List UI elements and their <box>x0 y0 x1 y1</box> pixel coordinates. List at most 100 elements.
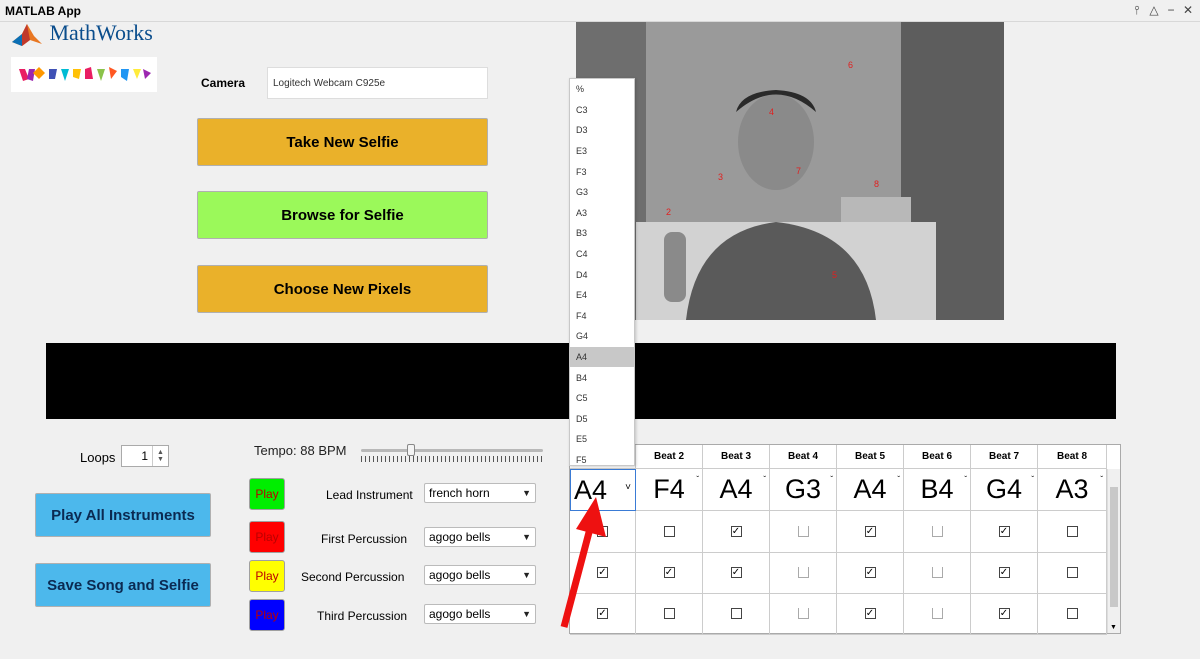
beat-cell[interactable]: ✓ <box>971 511 1038 553</box>
beat-cell[interactable]: ✓ <box>703 511 770 553</box>
beat-checkbox[interactable] <box>797 608 809 619</box>
beat-checkbox[interactable] <box>931 608 943 619</box>
beat-cell[interactable] <box>1038 552 1107 594</box>
beat-cell[interactable] <box>1038 593 1107 635</box>
beat-checkbox[interactable]: ✓ <box>730 567 742 578</box>
note-dropdown-menu[interactable]: % C3 D3 E3 F3 G3 A3 B3 C4 D4 E4 F4 G4 A4 B4 C5 D5 E5 F5 <box>569 78 635 466</box>
beat-cell[interactable] <box>636 593 703 635</box>
beat-cell[interactable]: ✓ <box>837 511 904 553</box>
beat-cell[interactable] <box>703 593 770 635</box>
play-first-percussion-button[interactable]: Play <box>249 521 285 553</box>
play-all-instruments-button[interactable]: Play All Instruments <box>35 493 211 537</box>
play-third-percussion-button[interactable]: Play <box>249 599 285 631</box>
beat-note-cell[interactable]: A4 ˇ <box>837 469 904 511</box>
minimize-icon[interactable]: − <box>1164 3 1178 17</box>
beat-cell[interactable] <box>770 593 837 635</box>
caret-icon[interactable]: ˇ <box>830 475 833 484</box>
note-menu-item[interactable]: D3 <box>570 120 634 141</box>
note-menu-item[interactable]: G4 <box>570 326 634 347</box>
beat-checkbox[interactable]: ✓ <box>663 567 675 578</box>
beat-cell[interactable]: ✓ <box>837 552 904 594</box>
note-menu-item[interactable]: A3 <box>570 203 634 224</box>
note-menu-item[interactable]: F4 <box>570 306 634 327</box>
beat-cell[interactable]: ✓ <box>636 552 703 594</box>
close-icon[interactable]: ✕ <box>1181 3 1195 17</box>
note-menu-item[interactable]: G3 <box>570 182 634 203</box>
beat-checkbox[interactable] <box>730 608 742 619</box>
note-menu-item[interactable]: D5 <box>570 409 634 430</box>
beat-note-cell[interactable]: A4 ˇ <box>703 469 770 511</box>
play-lead-button[interactable]: Play <box>249 478 285 510</box>
play-second-percussion-button[interactable]: Play <box>249 560 285 592</box>
take-new-selfie-button[interactable]: Take New Selfie <box>197 118 488 166</box>
beat-table[interactable]: Beat 2 Beat 3 Beat 4 Beat 5 Beat 6 Beat 7 Beat… <box>569 444 1121 635</box>
note-menu-item[interactable]: B3 <box>570 223 634 244</box>
note-menu-item[interactable]: A4 <box>570 346 634 368</box>
beat-cell[interactable] <box>770 552 837 594</box>
caret-icon[interactable]: ˇ <box>964 475 967 484</box>
beat-cell[interactable]: ✓ <box>971 552 1038 594</box>
beat-cell[interactable] <box>636 511 703 553</box>
beat-cell[interactable] <box>904 511 971 553</box>
scrollbar-thumb[interactable] <box>1110 487 1118 607</box>
beat-cell[interactable] <box>904 552 971 594</box>
beat-cell[interactable]: ✓ <box>703 552 770 594</box>
tempo-slider[interactable] <box>361 444 543 465</box>
beat-checkbox[interactable] <box>797 526 809 537</box>
beat-checkbox[interactable]: ✓ <box>998 567 1010 578</box>
second-percussion-dropdown[interactable]: agogo bells ▼ <box>424 565 536 585</box>
note-menu-item[interactable]: D4 <box>570 264 634 285</box>
third-percussion-dropdown[interactable]: agogo bells ▼ <box>424 604 536 624</box>
beat-checkbox[interactable] <box>1066 526 1078 537</box>
beat-cell[interactable] <box>904 593 971 635</box>
beat-note-cell[interactable]: A3 ˇ <box>1038 469 1107 511</box>
beat-checkbox[interactable] <box>931 567 943 578</box>
beat-checkbox[interactable] <box>663 608 675 619</box>
caret-icon[interactable]: ˇ <box>1031 475 1034 484</box>
beat-checkbox[interactable]: ✓ <box>864 526 876 537</box>
note-menu-item[interactable]: B4 <box>570 367 634 388</box>
caret-icon[interactable]: ˇ <box>1100 475 1103 484</box>
note-menu-item[interactable]: % <box>570 79 634 100</box>
beat-note-cell[interactable]: B4 ˇ <box>904 469 971 511</box>
table-scrollbar[interactable]: ▼ <box>1107 469 1120 633</box>
beat-note-cell[interactable]: G4 ˇ <box>971 469 1038 511</box>
beat-checkbox[interactable]: ✓ <box>864 608 876 619</box>
caret-icon[interactable]: ˅ <box>625 482 631 493</box>
beat-cell[interactable] <box>770 511 837 553</box>
lead-instrument-dropdown[interactable]: french horn ▼ <box>424 483 536 503</box>
camera-field[interactable]: Logitech Webcam C925e <box>267 67 488 99</box>
note-menu-item[interactable]: E4 <box>570 285 634 306</box>
beat-checkbox[interactable] <box>663 526 675 537</box>
note-menu-item[interactable]: C4 <box>570 244 634 265</box>
caret-icon[interactable]: ˇ <box>763 475 766 484</box>
note-menu-item[interactable]: C3 <box>570 100 634 121</box>
note-menu-item[interactable]: E3 <box>570 141 634 162</box>
spinner-arrows-icon[interactable]: ▲ ▼ <box>152 446 168 466</box>
beat-checkbox[interactable]: ✓ <box>998 526 1010 537</box>
beat-cell[interactable] <box>1038 511 1107 553</box>
beat-cell[interactable]: ✓ <box>837 593 904 635</box>
scroll-down-icon[interactable]: ▼ <box>1110 624 1117 631</box>
first-percussion-dropdown[interactable]: agogo bells ▼ <box>424 527 536 547</box>
beat-note-cell[interactable]: G3 ˇ <box>770 469 837 511</box>
save-song-and-selfie-button[interactable]: Save Song and Selfie <box>35 563 211 607</box>
beat-checkbox[interactable]: ✓ <box>730 526 742 537</box>
beat-checkbox[interactable] <box>1066 608 1078 619</box>
beat-note-cell[interactable]: F4 ˇ <box>636 469 703 511</box>
caret-icon[interactable]: ˇ <box>696 475 699 484</box>
collapse-icon[interactable]: △ <box>1147 3 1161 17</box>
pin-icon[interactable]: ⫯ <box>1130 3 1144 18</box>
loops-spinner[interactable]: 1 ▲ ▼ <box>121 445 169 467</box>
note-menu-item[interactable]: F3 <box>570 161 634 182</box>
beat-checkbox[interactable]: ✓ <box>998 608 1010 619</box>
note-menu-item[interactable]: E5 <box>570 429 634 450</box>
note-menu-item[interactable]: C5 <box>570 388 634 409</box>
note-menu-item[interactable]: F5 <box>570 450 634 471</box>
choose-new-pixels-button[interactable]: Choose New Pixels <box>197 265 488 313</box>
browse-for-selfie-button[interactable]: Browse for Selfie <box>197 191 488 239</box>
beat-checkbox[interactable]: ✓ <box>864 567 876 578</box>
beat-checkbox[interactable] <box>1066 567 1078 578</box>
beat-checkbox[interactable] <box>931 526 943 537</box>
beat-cell[interactable]: ✓ <box>971 593 1038 635</box>
